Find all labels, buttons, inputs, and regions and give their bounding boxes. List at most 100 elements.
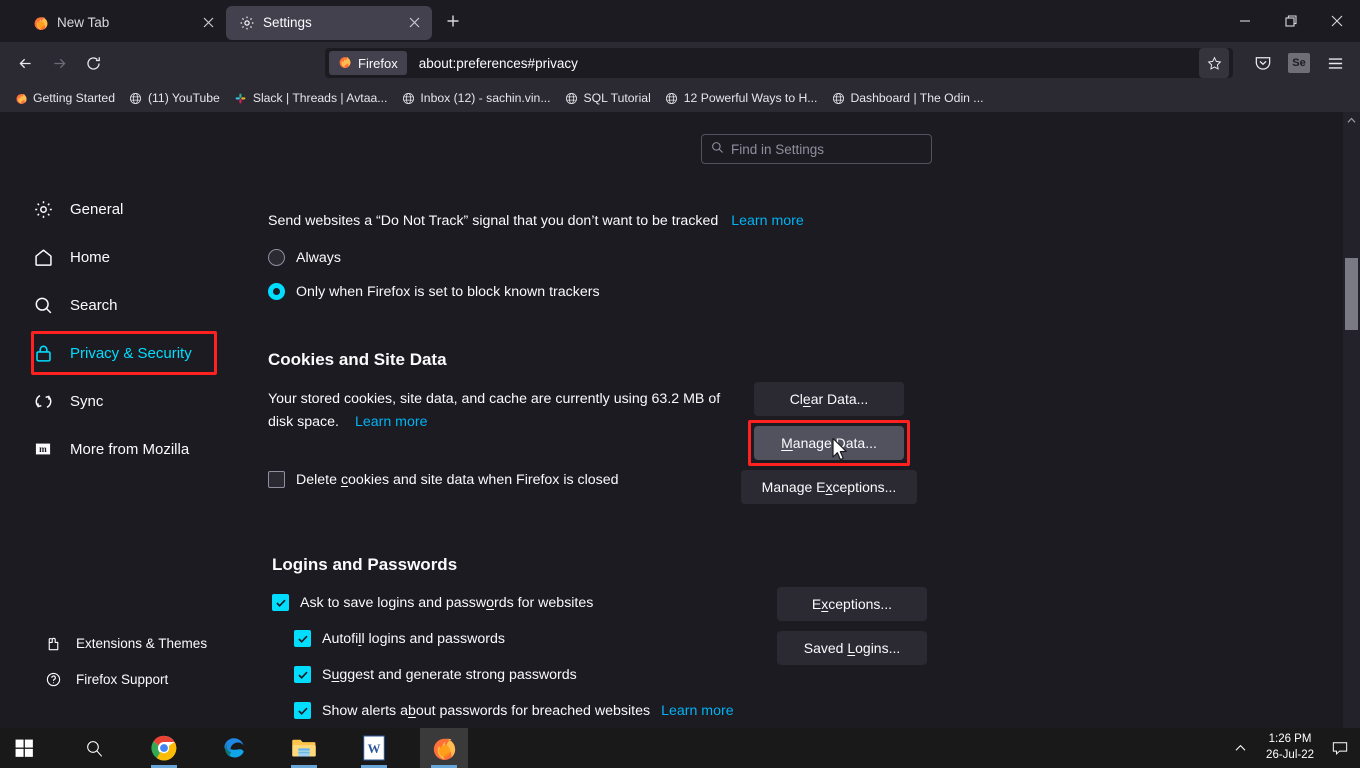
back-button[interactable] <box>8 47 42 79</box>
close-icon[interactable] <box>404 13 424 33</box>
radio-always[interactable]: Always <box>268 249 888 267</box>
radio-only-when-blocking[interactable]: Only when Firefox is set to block known … <box>268 283 888 301</box>
tab-label: New Tab <box>57 15 110 30</box>
scrollbar-thumb[interactable] <box>1345 258 1358 330</box>
checkbox-label: Autofill logins and passwords <box>322 630 505 647</box>
logins-heading: Logins and Passwords <box>272 555 458 574</box>
sidebar-item-general[interactable]: General <box>32 192 123 226</box>
taskbar-clock[interactable]: 1:26 PM 26-Jul-22 <box>1254 732 1326 763</box>
logins-exceptions-button[interactable]: Exceptions... <box>777 587 927 621</box>
checkbox-checked[interactable] <box>294 666 311 683</box>
bookmark-item[interactable]: Slack | Threads | Avtaa... <box>228 87 394 109</box>
explorer-button[interactable] <box>280 728 328 768</box>
home-icon <box>32 246 54 268</box>
sidebar-item-label: Sync <box>70 392 104 410</box>
settings-page: Find in Settings General Home Search Pri… <box>0 112 1360 728</box>
checkbox-ask-to-save-logins[interactable]: Ask to save logins and passwords for web… <box>272 594 772 611</box>
do-not-track-description: Send websites a “Do Not Track” signal th… <box>268 211 888 232</box>
sidebar-item-label: General <box>70 200 124 218</box>
learn-more-link[interactable]: Learn more <box>731 213 804 229</box>
sidebar-item-firefox-support[interactable]: Firefox Support <box>44 662 168 696</box>
firefox-icon <box>338 55 352 72</box>
selenium-extension-icon[interactable]: Se <box>1282 47 1316 79</box>
reload-button[interactable] <box>76 47 110 79</box>
tab-strip: New Tab Settings <box>0 0 1360 42</box>
address-bar[interactable]: Firefox about:preferences#privacy <box>325 48 1233 78</box>
lock-icon <box>32 342 54 364</box>
firefox-icon <box>32 14 49 31</box>
gear-icon <box>32 198 54 220</box>
bookmark-label: SQL Tutorial <box>583 91 651 105</box>
sidebar-item-privacy-security[interactable]: Privacy & Security <box>32 336 192 370</box>
saved-logins-button[interactable]: Saved Logins... <box>777 631 927 665</box>
bookmark-item[interactable]: Getting Started <box>8 87 121 109</box>
checkbox-checked[interactable] <box>294 630 311 647</box>
checkbox-checked[interactable] <box>272 594 289 611</box>
start-button[interactable] <box>0 728 48 768</box>
tab-new-tab[interactable]: New Tab <box>20 6 226 40</box>
manage-exceptions-button[interactable]: Manage Exceptions... <box>741 470 917 504</box>
bookmark-star-icon[interactable] <box>1199 48 1229 78</box>
sidebar-item-label: Extensions & Themes <box>76 635 208 651</box>
checkbox-label: Show alerts about passwords for breached… <box>322 702 651 719</box>
checkbox-autofill-logins[interactable]: Autofill logins and passwords <box>294 630 772 647</box>
sidebar-item-home[interactable]: Home <box>32 240 110 274</box>
sidebar-item-label: Search <box>70 296 118 314</box>
app-menu-button[interactable] <box>1318 47 1352 79</box>
toolbar-right: Se <box>1246 47 1352 79</box>
bookmark-label: 12 Powerful Ways to H... <box>683 91 818 105</box>
sidebar-item-extensions-themes[interactable]: Extensions & Themes <box>44 626 207 660</box>
firefox-button[interactable] <box>420 728 468 768</box>
bookmark-item[interactable]: SQL Tutorial <box>558 87 656 109</box>
chrome-button[interactable] <box>140 728 188 768</box>
checkbox[interactable] <box>268 471 285 488</box>
bookmark-item[interactable]: Inbox (12) - sachin.vin... <box>395 87 556 109</box>
manage-data-label: Manage Data... <box>781 435 877 451</box>
notifications-icon[interactable] <box>1326 728 1354 768</box>
edge-button[interactable] <box>210 728 258 768</box>
radio-button-selected[interactable] <box>268 283 285 301</box>
checkbox-delete-cookies-on-close[interactable]: Delete cookies and site data when Firefo… <box>268 471 748 488</box>
sidebar-item-search[interactable]: Search <box>32 288 118 322</box>
taskbar-search-button[interactable] <box>70 728 118 768</box>
close-icon[interactable] <box>198 13 218 33</box>
manage-exceptions-label: Manage Exceptions... <box>761 479 897 495</box>
bookmark-item[interactable]: Dashboard | The Odin ... <box>825 87 989 109</box>
radio-button[interactable] <box>268 249 285 267</box>
clock-date: 26-Jul-22 <box>1266 749 1314 761</box>
logins-buttons: Exceptions... Saved Logins... <box>777 587 927 665</box>
scrollbar[interactable] <box>1343 112 1360 728</box>
close-button[interactable] <box>1314 0 1360 42</box>
sidebar-item-sync[interactable]: Sync <box>32 384 103 418</box>
settings-sidebar: General Home Search Privacy & Security S… <box>0 112 248 728</box>
new-tab-button[interactable] <box>438 6 468 36</box>
checkbox-checked[interactable] <box>294 702 311 719</box>
bookmark-label: Getting Started <box>33 91 115 105</box>
checkbox-suggest-strong-passwords[interactable]: Suggest and generate strong passwords <box>294 666 772 683</box>
restore-button[interactable] <box>1268 0 1314 42</box>
globe-icon <box>401 91 415 105</box>
forward-button[interactable] <box>42 47 76 79</box>
show-hidden-icons-button[interactable] <box>1226 728 1254 768</box>
minimize-button[interactable] <box>1222 0 1268 42</box>
learn-more-link[interactable]: Learn more <box>661 703 734 719</box>
clear-data-button[interactable]: Clear Data... <box>754 382 904 416</box>
cookies-usage-text: Your stored cookies, site data, and cach… <box>268 391 721 407</box>
slack-icon <box>234 91 248 105</box>
scroll-up-arrow-icon[interactable] <box>1343 112 1360 129</box>
sidebar-item-more-from-mozilla[interactable]: m More from Mozilla <box>32 432 189 466</box>
checkbox-breach-alerts[interactable]: Show alerts about passwords for breached… <box>294 702 772 719</box>
settings-main-panel: Send websites a “Do Not Track” signal th… <box>248 112 1338 728</box>
learn-more-link[interactable]: Learn more <box>355 414 428 430</box>
manage-data-button[interactable]: Manage Data... <box>754 426 904 460</box>
identity-chip[interactable]: Firefox <box>329 51 407 75</box>
pocket-icon[interactable] <box>1246 47 1280 79</box>
clear-data-label: Clear Data... <box>789 391 869 407</box>
saved-logins-label: Saved Logins... <box>803 640 901 656</box>
bookmark-label: (11) YouTube <box>147 91 220 105</box>
sidebar-item-label: Privacy & Security <box>70 344 192 362</box>
tab-settings[interactable]: Settings <box>226 5 432 40</box>
word-button[interactable]: W <box>350 728 398 768</box>
bookmark-item[interactable]: 12 Powerful Ways to H... <box>659 87 824 109</box>
bookmark-item[interactable]: (11) YouTube <box>123 87 226 109</box>
